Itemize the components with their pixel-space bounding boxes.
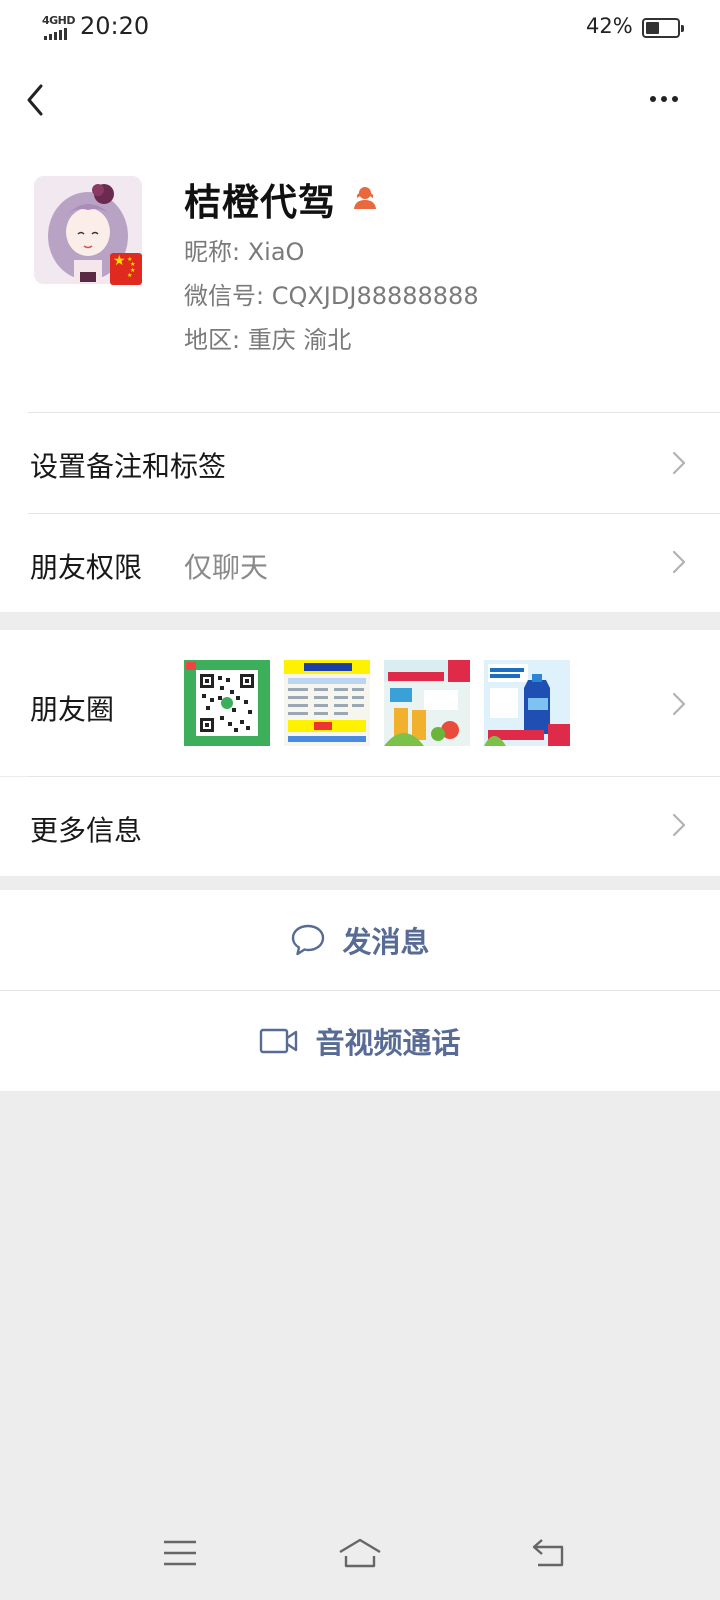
friend-permission-value: 仅聊天 — [184, 551, 269, 584]
nickname: 昵称: XiaO — [184, 238, 305, 266]
friend-permission-label: 朋友权限 — [30, 551, 143, 584]
signal-icon — [44, 28, 67, 40]
moments-thumbnail-laundry-ad[interactable] — [484, 660, 570, 746]
chevron-right-icon — [672, 451, 686, 475]
wechat-id: 微信号: CQXJDJ88888888 — [184, 282, 479, 310]
send-message-button[interactable]: 发消息 — [0, 890, 720, 990]
video-camera-icon — [260, 1028, 298, 1054]
video-call-button[interactable]: 音视频通话 — [0, 991, 720, 1091]
profile-name: 桔橙代驾 — [184, 181, 336, 224]
chat-bubble-icon — [292, 924, 325, 956]
moments-thumbnail-detergent-ad[interactable] — [384, 660, 470, 746]
friend-permission-row[interactable]: 朋友权限 仅聊天 — [0, 514, 720, 612]
menu-icon[interactable] — [160, 1536, 200, 1570]
remark-tags-label: 设置备注和标签 — [30, 450, 227, 483]
moments-thumbnail-price-list[interactable] — [284, 660, 370, 746]
more-button[interactable] — [650, 86, 686, 112]
more-dots-icon — [650, 96, 656, 102]
flag-badge-icon: ★ ★ ★ ★ ★ — [110, 253, 142, 285]
status-time: 20:20 — [80, 12, 150, 40]
chevron-right-icon — [672, 550, 686, 574]
network-type: 4GHD — [42, 14, 76, 27]
chevron-right-icon — [672, 813, 686, 837]
battery-icon — [642, 18, 684, 38]
female-icon — [352, 184, 378, 210]
remark-tags-row[interactable]: 设置备注和标签 — [0, 413, 720, 513]
network-indicator: 4GHD — [42, 14, 76, 40]
moments-thumbnail-qr-code[interactable] — [184, 660, 270, 746]
home-icon[interactable] — [336, 1536, 384, 1570]
back-arrow-icon[interactable] — [530, 1536, 570, 1570]
more-info-row[interactable]: 更多信息 — [0, 777, 720, 876]
moments-label: 朋友圈 — [30, 693, 115, 726]
back-button[interactable] — [22, 80, 52, 120]
video-call-label: 音视频通话 — [315, 1026, 461, 1060]
send-message-label: 发消息 — [342, 925, 430, 959]
more-info-label: 更多信息 — [30, 814, 143, 847]
chevron-right-icon — [672, 692, 686, 716]
battery-percent: 42% — [586, 14, 633, 38]
region: 地区: 重庆 渝北 — [184, 326, 352, 354]
chevron-left-icon — [27, 84, 43, 116]
